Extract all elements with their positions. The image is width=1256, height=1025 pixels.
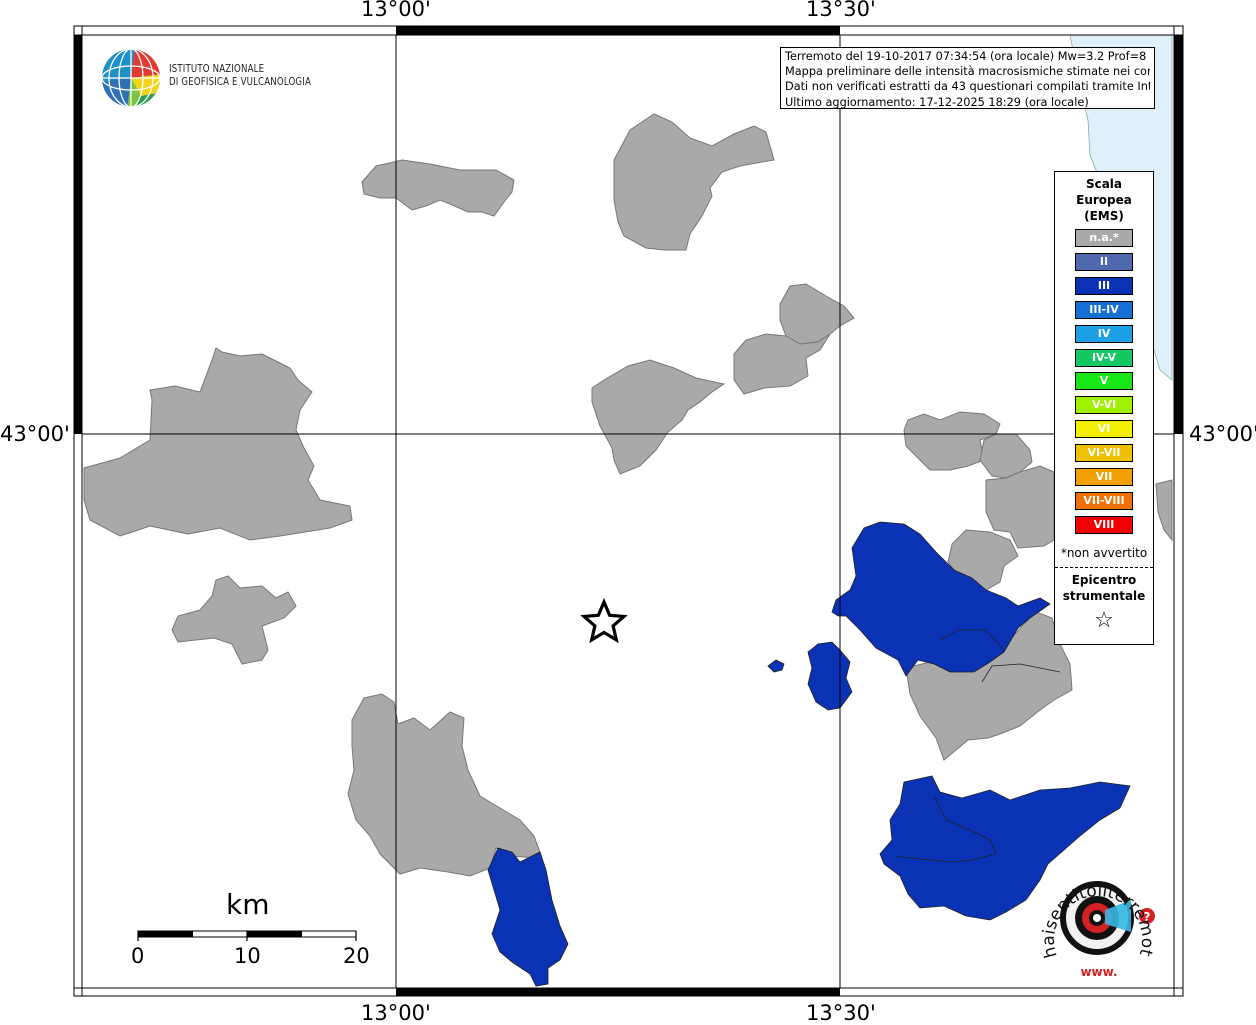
ingv-logo-text: ISTITUTO NAZIONALE DI GEOFISICA E VULCAN… xyxy=(169,63,311,89)
event-info-line-2: Mappa preliminare delle intensità macros… xyxy=(785,65,1150,79)
event-info-box: Terremoto del 19-10-2017 07:34:54 (ora l… xyxy=(780,47,1155,109)
scale-tick-20: 20 xyxy=(343,944,370,968)
frame-corner-tl xyxy=(73,25,83,36)
frame-corner-bl xyxy=(73,987,83,997)
legend-class-8: VI xyxy=(1075,420,1133,439)
ingv-logo-icon xyxy=(102,49,160,107)
frame-bar-top xyxy=(396,26,840,35)
legend-title-line-3: (EMS) xyxy=(1084,209,1124,223)
municipality-na-west-small xyxy=(171,575,297,665)
legend-class-4: IV xyxy=(1075,324,1133,343)
municipality-iii-east-west xyxy=(807,641,853,711)
municipality-na-north-center xyxy=(613,113,775,251)
legend-not-felt-note: *non avvertito xyxy=(1060,546,1148,560)
event-info-line-1: Terremoto del 19-10-2017 07:34:54 (ora l… xyxy=(785,50,1150,63)
legend-epicenter-line-2: strumentale xyxy=(1062,589,1146,603)
legend-class-1: II xyxy=(1075,252,1133,271)
legend-class-12: VIII xyxy=(1075,515,1133,534)
legend-star-icon: ☆ xyxy=(1094,608,1114,633)
municipality-na-northeast-b xyxy=(733,333,831,395)
legend-title-line-2: Europea xyxy=(1076,193,1132,207)
municipality-na-north xyxy=(361,159,515,217)
haisentito-logo-icon: ? haisentitoilterremoto.it www. xyxy=(1035,860,1157,979)
legend-class-5: IV-V xyxy=(1075,348,1133,367)
municipality-na-west-large xyxy=(83,347,353,541)
lon-label-bottom-2: 13°30' xyxy=(806,1001,876,1025)
ingv-name-line1: ISTITUTO NAZIONALE xyxy=(169,63,265,75)
legend-class-6: V xyxy=(1075,372,1133,391)
ingv-name-line2: DI GEOFISICA E VULCANOLOGIA xyxy=(169,76,312,88)
legend-title-line-1: Scala xyxy=(1085,177,1123,191)
lon-label-bottom-1: 13°00' xyxy=(361,1001,431,1025)
frame-bar-bottom xyxy=(396,988,840,996)
event-info-line-3: Dati non verificati estratti da 43 quest… xyxy=(785,80,1150,94)
municipality-na-northeast-a xyxy=(779,283,855,345)
lon-label-top-1: 13°00' xyxy=(361,0,431,21)
legend-class-10: VII xyxy=(1075,468,1133,486)
legend-class-0: n.a.* xyxy=(1075,229,1133,247)
legend-epicenter-line-1: Epicentro xyxy=(1071,573,1137,587)
municipality-iii-east-small xyxy=(767,659,785,673)
epicenter-star-icon xyxy=(580,597,628,644)
municipality-na-east-5 xyxy=(1155,479,1173,542)
legend-epicenter-label: Epicentro strumentale xyxy=(1055,572,1153,604)
lat-label-right: 43°00' xyxy=(1189,422,1256,446)
ems-legend: Scala Europea (EMS) n.a.* II III III-IV IV IV… xyxy=(1054,171,1154,645)
legend-class-2: III xyxy=(1075,276,1133,295)
legend-separator xyxy=(1055,567,1153,568)
scale-tick-10: 10 xyxy=(234,944,261,968)
frame-corner-br xyxy=(1173,987,1184,997)
municipality-na-south xyxy=(347,693,541,877)
frame-bar-right xyxy=(1174,35,1183,434)
municipality-na-center xyxy=(591,359,726,475)
frame-corner-tr xyxy=(1173,25,1184,36)
legend-title: Scala Europea (EMS) xyxy=(1055,176,1153,224)
scale-tick-0: 0 xyxy=(131,944,145,968)
legend-class-11: VII-VIII xyxy=(1075,491,1133,510)
lon-label-top-2: 13°30' xyxy=(806,0,876,21)
scale-unit-label: km xyxy=(226,888,270,921)
scale-bar xyxy=(137,930,357,941)
brand-prefix: www. xyxy=(1080,965,1117,979)
lat-label-left: 43°00' xyxy=(0,422,70,446)
legend-class-9: VI-VII xyxy=(1075,444,1133,463)
event-info-line-4: Ultimo aggiornamento: 17-12-2025 18:29 (… xyxy=(785,95,1089,109)
legend-class-7: V-VI xyxy=(1075,396,1133,415)
frame-bar-left xyxy=(74,35,82,434)
municipality-iii-south xyxy=(487,847,569,987)
legend-class-3: III-IV xyxy=(1075,300,1133,319)
